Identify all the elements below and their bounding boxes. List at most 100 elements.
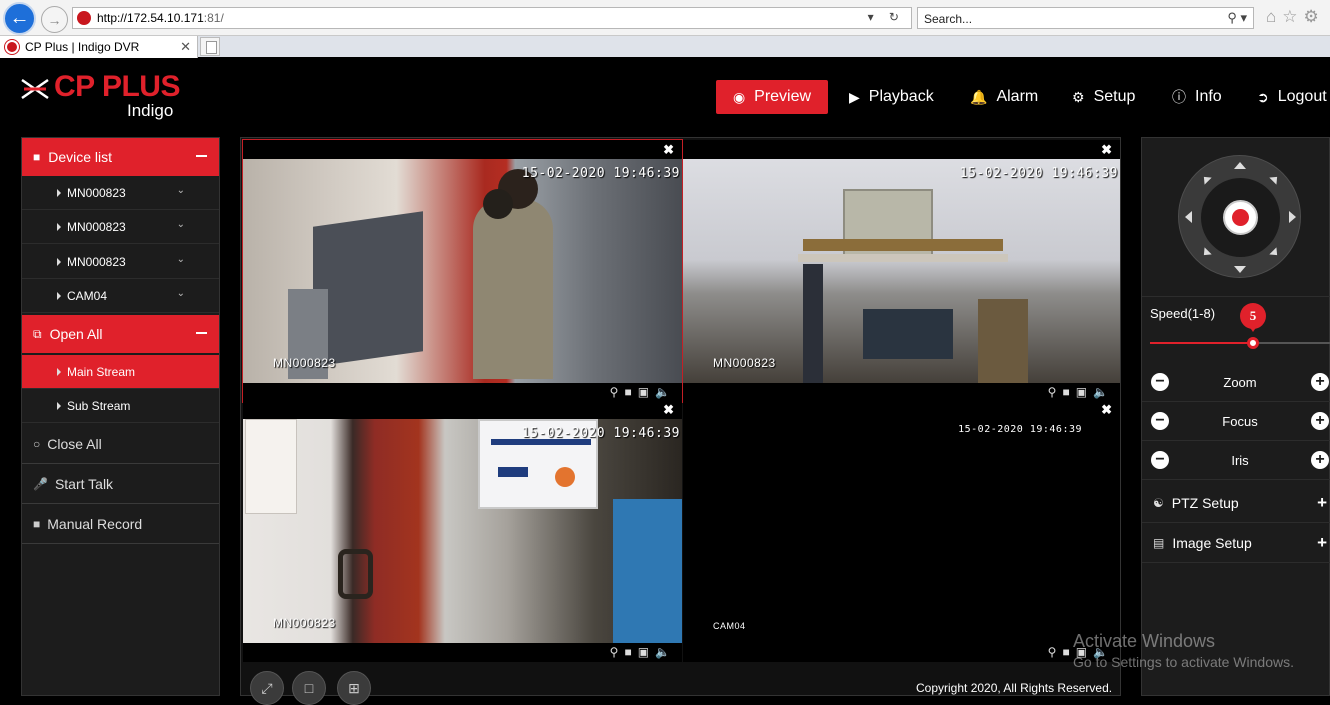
search-placeholder: Search... xyxy=(924,12,973,26)
activate-windows-watermark: Activate Windows Go to Settings to activ… xyxy=(1073,631,1294,670)
video-cell[interactable]: ✖ 15-02-2020 19:46:39 CAM04 ⚲■▣🔈 xyxy=(683,400,1120,662)
expand-icon: ⤢ xyxy=(261,679,273,696)
image-icon: ▤ xyxy=(1153,535,1165,550)
play-circle-icon: ▶ xyxy=(849,88,860,105)
quad-view-button[interactable]: ⊞ xyxy=(337,671,371,705)
speed-slider-thumb[interactable] xyxy=(1247,337,1259,349)
device-item[interactable]: CAM04 ⌄ xyxy=(22,279,219,313)
manual-record-button[interactable]: ■ Manual Record xyxy=(22,504,219,544)
arrow-up-left-icon[interactable] xyxy=(1200,173,1212,185)
zoom-out-button[interactable]: − xyxy=(1151,373,1169,391)
home-favorites-settings-icons[interactable]: ⌂☆⚙ xyxy=(1266,7,1325,27)
zoom-record-snapshot-audio-icons[interactable]: ⚲■▣🔈 xyxy=(610,645,676,659)
chevron-down-icon[interactable]: ⌄ xyxy=(177,288,185,299)
zoom-label: Zoom xyxy=(1223,375,1257,390)
fullscreen-button[interactable]: ⤢ xyxy=(250,671,284,705)
browser-tab[interactable]: CP Plus | Indigo DVR ✕ xyxy=(0,36,198,58)
search-input[interactable]: Search... ⚲ ▾ xyxy=(917,7,1254,29)
caret-right-icon xyxy=(57,189,61,197)
device-item[interactable]: MN000823 ⌄ xyxy=(22,245,219,279)
speed-label: Speed(1-8) xyxy=(1150,306,1216,321)
close-icon[interactable]: ✖ xyxy=(1101,402,1112,418)
nav-alarm[interactable]: 🔔 Alarm xyxy=(970,80,1038,114)
chevron-down-icon[interactable]: ⌄ xyxy=(177,219,185,230)
tab-title: CP Plus | Indigo DVR xyxy=(25,40,140,54)
zoom-in-button[interactable]: + xyxy=(1311,373,1329,391)
forward-button[interactable]: → xyxy=(41,6,68,33)
device-list-header[interactable]: ■ Device list xyxy=(22,138,219,176)
focus-minus-button[interactable]: − xyxy=(1151,412,1169,430)
sub-stream-option[interactable]: Sub Stream xyxy=(22,389,219,423)
refresh-icon[interactable]: ▾ ↻ xyxy=(868,10,905,24)
nav-info[interactable]: ⓘ Info xyxy=(1172,80,1222,114)
square-icon: □ xyxy=(304,680,314,696)
arrow-left-icon[interactable] xyxy=(1185,211,1192,223)
close-icon[interactable]: ✖ xyxy=(663,402,674,418)
video-cell[interactable]: ✖ 15-02-2020 19:46:39 MN000823 ⚲■▣🔈 xyxy=(683,140,1120,402)
close-all-button[interactable]: ○ Close All xyxy=(22,424,219,464)
caret-right-icon xyxy=(57,223,61,231)
arrow-up-right-icon[interactable] xyxy=(1269,173,1281,185)
nav-setup[interactable]: ⚙ Setup xyxy=(1072,80,1135,114)
cell-header: ✖ xyxy=(243,140,682,159)
nav-info-label: Info xyxy=(1195,88,1222,105)
chevron-down-icon[interactable]: ⌄ xyxy=(177,254,185,265)
image-setup-section[interactable]: ▤ Image Setup + xyxy=(1142,523,1330,563)
tab-close-icon[interactable]: ✕ xyxy=(180,39,191,55)
focus-plus-button[interactable]: + xyxy=(1311,412,1329,430)
device-list-label: Device list xyxy=(48,149,113,165)
watermark-title: Activate Windows xyxy=(1073,631,1216,651)
collapse-icon[interactable] xyxy=(196,155,207,157)
camera-timestamp: 15-02-2020 19:46:39 xyxy=(959,166,1118,181)
nav-setup-label: Setup xyxy=(1093,88,1136,105)
iris-minus-button[interactable]: − xyxy=(1151,451,1169,469)
camera-name: MN000823 xyxy=(713,356,776,370)
nav-playback[interactable]: ▶ Playback xyxy=(849,80,934,114)
expand-plus-icon[interactable]: + xyxy=(1317,493,1327,513)
circle-icon: ○ xyxy=(33,436,41,451)
arrow-down-right-icon[interactable] xyxy=(1269,247,1281,259)
bell-icon: 🔔 xyxy=(970,88,988,105)
manual-record-label: Manual Record xyxy=(47,515,143,532)
ptz-setup-section[interactable]: ☯ PTZ Setup + xyxy=(1142,483,1330,523)
iris-plus-button[interactable]: + xyxy=(1311,451,1329,469)
video-cell[interactable]: ✖ 15-02-2020 19:46:39 MN000823 ⚲■▣🔈 xyxy=(242,139,683,403)
video-grid: ✖ 15-02-2020 19:46:39 MN000823 ⚲■▣🔈 ✖ 15… xyxy=(240,137,1121,696)
zoom-record-snapshot-audio-icons[interactable]: ⚲■▣🔈 xyxy=(610,385,676,399)
speed-slider[interactable]: 5 xyxy=(1150,303,1330,349)
open-all-header[interactable]: ⧉ Open All xyxy=(22,315,219,353)
camera-feed: 15-02-2020 19:46:39 CAM04 xyxy=(683,419,1120,643)
single-view-button[interactable]: □ xyxy=(292,671,326,705)
expand-plus-icon[interactable]: + xyxy=(1317,533,1327,553)
close-icon[interactable]: ✖ xyxy=(663,142,674,158)
nav-preview[interactable]: ◉ Preview xyxy=(716,80,828,114)
iris-control: Iris − + xyxy=(1142,442,1330,480)
nav-logout[interactable]: ➲ Logout xyxy=(1257,80,1327,114)
start-talk-button[interactable]: 🎤 Start Talk xyxy=(22,464,219,504)
cell-header: ✖ xyxy=(683,140,1120,159)
arrow-down-left-icon[interactable] xyxy=(1200,247,1212,259)
chevron-down-icon[interactable]: ⌄ xyxy=(177,185,185,196)
device-label: MN000823 xyxy=(67,185,126,200)
main-stream-option[interactable]: Main Stream xyxy=(22,355,219,389)
device-item[interactable]: MN000823 ⌄ xyxy=(22,176,219,210)
video-cell[interactable]: ✖ 15-02-2020 19:46:39 MN000823 ⚲■▣🔈 xyxy=(243,400,682,662)
device-label: MN000823 xyxy=(67,254,126,269)
ptz-joystick[interactable] xyxy=(1178,155,1301,278)
caret-right-icon xyxy=(57,368,61,376)
ptz-center-button[interactable] xyxy=(1223,200,1258,235)
close-icon[interactable]: ✖ xyxy=(1101,142,1112,158)
arrow-right-icon[interactable] xyxy=(1289,211,1296,223)
address-bar[interactable]: http://172.54.10.171:81/ ▾ ↻ xyxy=(72,7,912,29)
focus-label: Focus xyxy=(1222,414,1258,429)
arrow-down-icon[interactable] xyxy=(1234,266,1246,273)
device-label: MN000823 xyxy=(67,219,126,234)
zoom-record-snapshot-audio-icons[interactable]: ⚲■▣🔈 xyxy=(1048,385,1114,399)
new-tab-button[interactable] xyxy=(200,37,220,56)
arrow-up-icon[interactable] xyxy=(1234,162,1246,169)
search-icon[interactable]: ⚲ ▾ xyxy=(1227,10,1247,26)
back-button[interactable]: ← xyxy=(3,2,36,35)
collapse-icon[interactable] xyxy=(196,332,207,334)
logout-icon: ➲ xyxy=(1257,88,1269,105)
device-item[interactable]: MN000823 ⌄ xyxy=(22,210,219,244)
